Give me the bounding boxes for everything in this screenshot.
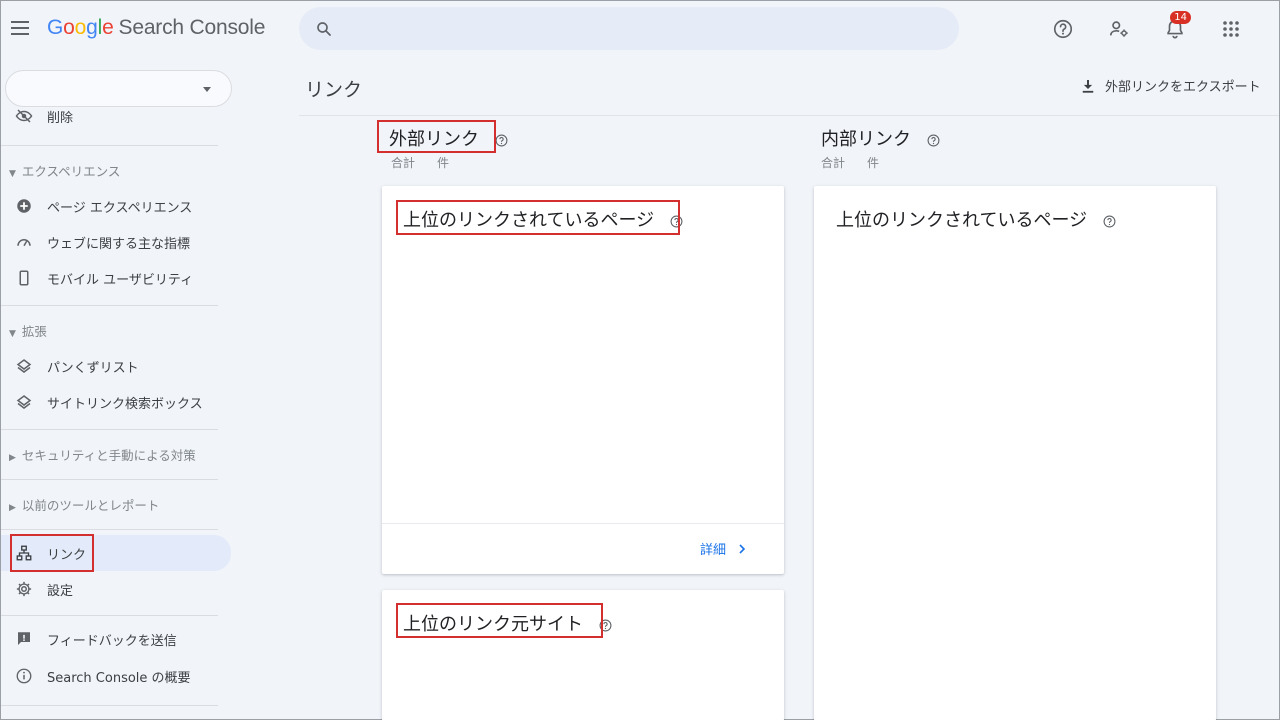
divider — [1, 705, 218, 706]
page-title: リンク — [305, 79, 363, 101]
triangle-right-icon: ▶ — [9, 453, 16, 463]
notification-badge: 14 — [1170, 11, 1191, 24]
card-title-text: 上位のリンクされているページ — [836, 210, 1088, 231]
help-icon[interactable] — [495, 134, 508, 147]
chevron-down-icon — [203, 87, 211, 92]
apps-grid-icon[interactable] — [1213, 11, 1249, 47]
total-unit: 件 — [437, 156, 450, 170]
card-title: 上位のリンクされているページ — [836, 206, 1116, 232]
search-bar[interactable] — [299, 7, 959, 50]
sidebar-item-removals[interactable]: 削除 — [1, 103, 231, 129]
export-label: 外部リンクをエクスポート — [1105, 80, 1261, 95]
sidebar-item-mobile-usability[interactable]: モバイル ユーザビリティ — [1, 261, 231, 295]
section-label: 拡張 — [21, 324, 47, 339]
app-logo[interactable]: Google Search Console — [47, 16, 265, 40]
section-label: 以前のツールとレポート — [21, 498, 160, 513]
section-label: セキュリティと手動による対策 — [21, 448, 196, 463]
triangle-down-icon: ▼ — [9, 169, 16, 179]
divider — [1, 429, 218, 430]
layers-icon — [16, 395, 32, 409]
sidebar-item-settings[interactable]: 設定 — [1, 572, 231, 606]
manage-users-icon[interactable] — [1101, 11, 1137, 47]
external-links-total: 合計 件 — [391, 154, 471, 171]
divider — [1, 615, 218, 616]
info-icon — [16, 668, 32, 684]
divider — [1, 305, 218, 306]
sidebar-item-label: ウェブに関する主な指標 — [47, 236, 191, 252]
sidebar-item-label: 削除 — [47, 110, 74, 126]
sidebar-nav: 削除 ▼ エクスペリエンス ページ エクスペリエンス ウェブに関する主な指標 モバ… — [1, 57, 241, 720]
search-input[interactable] — [343, 20, 959, 37]
total-label: 合計 — [391, 156, 416, 170]
sidebar-item-about[interactable]: Search Console の概要 — [1, 659, 231, 693]
internal-links-total: 合計 件 — [821, 154, 901, 171]
section-label: エクスペリエンス — [21, 164, 121, 179]
section-header-enhancements[interactable]: ▼ 拡張 — [9, 321, 47, 340]
sidebar-item-feedback[interactable]: フィードバックを送信 — [1, 622, 231, 656]
header-divider — [299, 115, 1279, 116]
sidebar-item-label: ページ エクスペリエンス — [47, 200, 193, 216]
internal-top-linked-pages-card: 上位のリンクされているページ — [814, 186, 1216, 720]
sidebar-item-label: 設定 — [47, 583, 74, 599]
sidebar-item-sitelinks-searchbox[interactable]: サイトリンク検索ボックス — [1, 385, 231, 419]
highlight-box — [10, 534, 94, 572]
divider — [1, 145, 218, 146]
internal-links-title: 内部リンク — [821, 125, 940, 151]
chevron-right-icon — [739, 543, 746, 554]
help-icon[interactable] — [1045, 11, 1081, 47]
highlight-box — [396, 603, 603, 638]
section-header-experience[interactable]: ▼ エクスペリエンス — [9, 161, 120, 180]
export-external-links-button[interactable]: 外部リンクをエクスポート — [1079, 76, 1261, 95]
sidebar-item-label: サイトリンク検索ボックス — [47, 396, 203, 412]
plus-circle-icon — [17, 199, 31, 213]
notifications-bell-icon[interactable]: 14 — [1157, 11, 1193, 47]
hamburger-menu-icon[interactable] — [11, 17, 33, 39]
more-label: 詳細 — [700, 543, 727, 558]
logo-letter: G — [47, 16, 64, 39]
sidebar-item-core-web-vitals[interactable]: ウェブに関する主な指標 — [1, 225, 231, 259]
section-header-security[interactable]: ▶ セキュリティと手動による対策 — [9, 445, 196, 464]
help-icon[interactable] — [1103, 215, 1116, 228]
section-title-text: 内部リンク — [821, 129, 911, 150]
total-unit: 件 — [867, 156, 880, 170]
logo-letter: o — [74, 16, 87, 39]
logo-letter: o — [63, 16, 75, 39]
search-icon — [317, 21, 331, 36]
section-header-legacy[interactable]: ▶ 以前のツールとレポート — [9, 495, 159, 514]
sidebar-item-label: Search Console の概要 — [47, 670, 191, 686]
divider — [1, 479, 218, 480]
triangle-down-icon: ▼ — [9, 329, 16, 339]
top-app-bar: Google Search Console 14 — [1, 1, 1279, 57]
smartphone-icon — [19, 270, 29, 286]
property-selector[interactable] — [5, 70, 232, 107]
logo-letter: g — [86, 16, 98, 39]
help-icon[interactable] — [927, 134, 940, 147]
external-top-linked-pages-card: 上位のリンクされているページ 詳細 — [382, 186, 784, 574]
total-label: 合計 — [821, 156, 846, 170]
sidebar-item-label: パンくずリスト — [47, 360, 139, 376]
sidebar-item-label: モバイル ユーザビリティ — [47, 272, 194, 288]
card-divider — [382, 523, 784, 524]
divider — [1, 529, 218, 530]
sidebar-item-breadcrumbs[interactable]: パンくずリスト — [1, 349, 231, 383]
download-icon — [1082, 79, 1094, 93]
more-details-link[interactable]: 詳細 — [700, 539, 748, 558]
layers-icon — [16, 359, 32, 373]
sidebar-item-page-experience[interactable]: ページ エクスペリエンス — [1, 189, 231, 223]
eye-off-icon — [15, 109, 33, 123]
speedometer-icon — [17, 239, 31, 247]
highlight-box — [396, 200, 680, 235]
product-name: Search Console — [118, 16, 266, 39]
gear-icon — [16, 581, 32, 597]
feedback-icon — [18, 632, 30, 645]
triangle-right-icon: ▶ — [9, 503, 16, 513]
sidebar-item-label: フィードバックを送信 — [47, 633, 177, 649]
highlight-box — [377, 120, 496, 153]
logo-letter: e — [102, 16, 114, 39]
